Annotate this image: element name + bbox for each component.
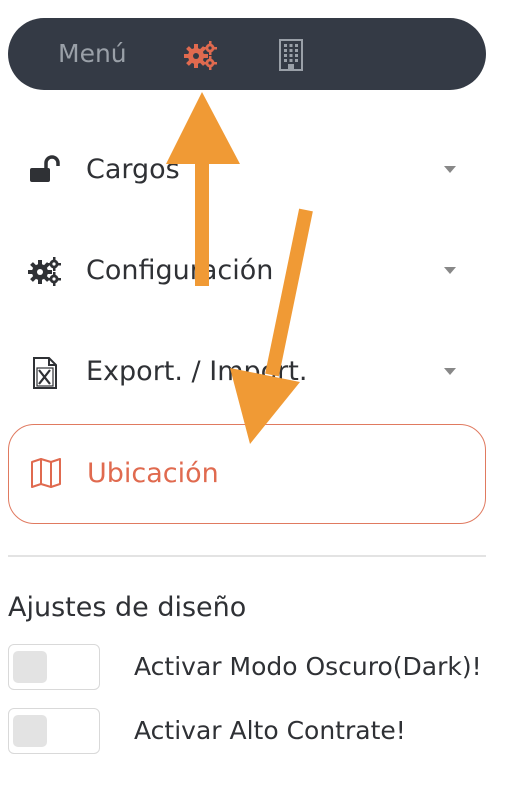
chevron-down-icon bbox=[444, 267, 456, 274]
building-icon[interactable] bbox=[276, 39, 306, 71]
menu-item-cargos[interactable]: Cargos bbox=[8, 130, 486, 210]
menu-item-label: Cargos bbox=[86, 154, 180, 185]
gears-icon bbox=[28, 255, 62, 287]
menu-item-label: Export. / Import. bbox=[86, 356, 308, 387]
menu-item-configuracion[interactable]: Configuración bbox=[8, 231, 486, 311]
unlock-icon bbox=[28, 154, 62, 186]
menu-item-label: Configuración bbox=[86, 255, 274, 286]
toggle-knob bbox=[13, 715, 47, 747]
menu-item-export-import[interactable]: Export. / Import. bbox=[8, 332, 486, 412]
gears-icon[interactable] bbox=[184, 40, 218, 70]
dark-mode-toggle[interactable] bbox=[8, 644, 100, 690]
high-contrast-label: Activar Alto Contrate! bbox=[134, 716, 406, 745]
dark-mode-label: Activar Modo Oscuro(Dark)! bbox=[134, 652, 482, 681]
toggle-knob bbox=[13, 651, 47, 683]
divider bbox=[8, 555, 486, 557]
chevron-down-icon bbox=[444, 166, 456, 173]
menu-item-ubicacion[interactable]: Ubicación bbox=[8, 424, 486, 524]
menu-item-label: Ubicación bbox=[87, 458, 219, 489]
excel-file-icon bbox=[28, 356, 62, 389]
map-icon bbox=[29, 457, 63, 489]
section-title-design-settings: Ajustes de diseño bbox=[8, 592, 247, 623]
high-contrast-toggle[interactable] bbox=[8, 708, 100, 754]
top-menu-bar: Menú bbox=[8, 18, 486, 90]
menu-tab[interactable]: Menú bbox=[58, 40, 127, 68]
chevron-down-icon bbox=[444, 368, 456, 375]
